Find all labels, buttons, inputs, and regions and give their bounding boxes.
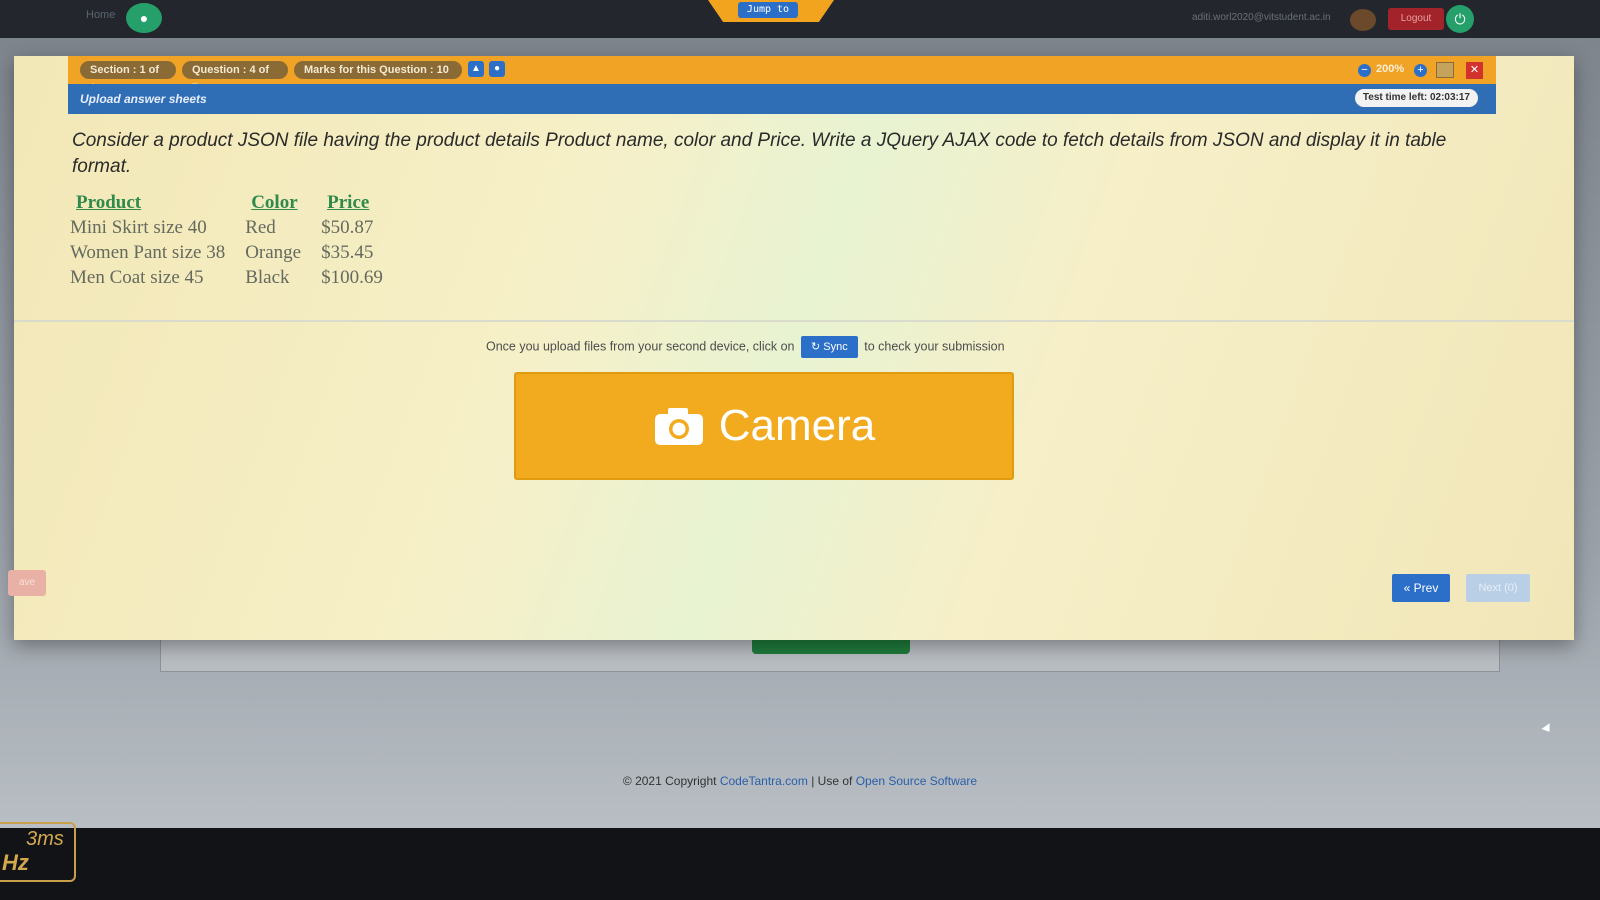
marks-badge: Marks for this Question : 10 bbox=[294, 61, 462, 79]
table-cell: Orange bbox=[245, 242, 302, 263]
table-cell: $100.69 bbox=[321, 267, 383, 288]
table-row: Mini Skirt size 40 Red $50.87 bbox=[62, 216, 395, 241]
table-cell: Men Coat size 45 bbox=[70, 267, 204, 288]
table-header-row: Product Color Price bbox=[62, 192, 395, 216]
close-icon[interactable]: ✕ bbox=[1466, 62, 1483, 79]
calculator-icon[interactable] bbox=[1436, 62, 1454, 78]
user-email: aditi.worl2020@vitstudent.ac.in bbox=[1192, 12, 1331, 23]
monitor-bezel bbox=[0, 828, 1600, 900]
question-info-bar: Section : 1 of 1 Question : 4 of 7 Marks… bbox=[68, 56, 1496, 94]
question-text: Consider a product JSON file having the … bbox=[72, 130, 1447, 177]
comment-icon[interactable]: ● bbox=[489, 61, 505, 77]
column-header: Color bbox=[251, 192, 298, 213]
table-cell: Red bbox=[245, 217, 276, 238]
user-icon[interactable]: ▲ bbox=[468, 61, 484, 77]
sync-label: Sync bbox=[823, 341, 848, 353]
table-cell: Mini Skirt size 40 bbox=[70, 217, 207, 238]
table-row: Men Coat size 45 Black $100.69 bbox=[62, 266, 395, 291]
response-time-label: 3ms bbox=[26, 828, 64, 850]
camera-label: Camera bbox=[718, 401, 876, 450]
zoom-out-button[interactable]: − bbox=[1358, 64, 1371, 77]
zoom-level: 200% bbox=[1376, 63, 1405, 75]
product-table: Product Color Price Mini Skirt size 40 R… bbox=[62, 192, 395, 291]
avatar[interactable] bbox=[1350, 9, 1376, 31]
save-button[interactable]: ave bbox=[8, 570, 46, 596]
camera-icon bbox=[654, 408, 703, 445]
test-timer: Test time left: 02:03:17 bbox=[1354, 89, 1478, 107]
upload-header: Upload answer sheets Test time left: 02:… bbox=[68, 84, 1496, 114]
section-badge: Section : 1 of 1 bbox=[80, 61, 176, 94]
next-button[interactable]: Next (0) bbox=[1466, 574, 1530, 602]
open-source-link[interactable]: Open Source Software bbox=[856, 774, 977, 788]
table-cell: Black bbox=[245, 267, 290, 288]
top-app-bar: Home ● Jump to aditi.worl2020@vitstudent… bbox=[0, 0, 1600, 38]
chat-icon[interactable]: ● bbox=[126, 3, 162, 33]
separator-text: | Use of bbox=[811, 774, 853, 788]
hz-label: Hz bbox=[2, 850, 29, 875]
jump-to-button[interactable]: Jump to bbox=[738, 2, 798, 18]
zoom-in-button[interactable]: + bbox=[1414, 64, 1427, 77]
footer: © 2021 Copyright CodeTantra.com | Use of… bbox=[0, 774, 1600, 788]
camera-button[interactable]: Camera bbox=[514, 372, 1014, 480]
table-cell: Women Pant size 38 bbox=[70, 242, 226, 263]
copyright-text: © 2021 Copyright bbox=[622, 774, 717, 788]
logout-button[interactable]: Logout bbox=[1388, 8, 1444, 30]
refresh-icon: ↻ bbox=[810, 341, 821, 353]
question-badge: Question : 4 of 7 bbox=[182, 61, 288, 94]
home-link[interactable]: Home bbox=[86, 9, 115, 21]
table-cell: $35.45 bbox=[321, 242, 374, 263]
sync-button[interactable]: ↻ Sync bbox=[800, 336, 858, 358]
column-header: Price bbox=[327, 192, 370, 213]
sync-suffix-text: to check your submission bbox=[864, 339, 1005, 354]
power-icon[interactable]: ⏻ bbox=[1446, 5, 1474, 33]
refresh-rate-badge: 3ms Hz bbox=[0, 822, 76, 882]
table-row: Women Pant size 38 Orange $35.45 bbox=[62, 241, 395, 266]
divider bbox=[14, 320, 1574, 322]
prev-button[interactable]: « Prev bbox=[1392, 574, 1450, 602]
sync-prefix-text: Once you upload files from your second d… bbox=[486, 339, 795, 354]
sync-instructions: Once you upload files from your second d… bbox=[486, 336, 1005, 358]
table-cell: $50.87 bbox=[321, 217, 374, 238]
column-header: Product bbox=[76, 192, 142, 213]
codetantra-link[interactable]: CodeTantra.com bbox=[720, 774, 808, 788]
upload-title: Upload answer sheets bbox=[80, 92, 207, 106]
exam-window: Section : 1 of 1 Question : 4 of 7 Marks… bbox=[8, 56, 1574, 640]
